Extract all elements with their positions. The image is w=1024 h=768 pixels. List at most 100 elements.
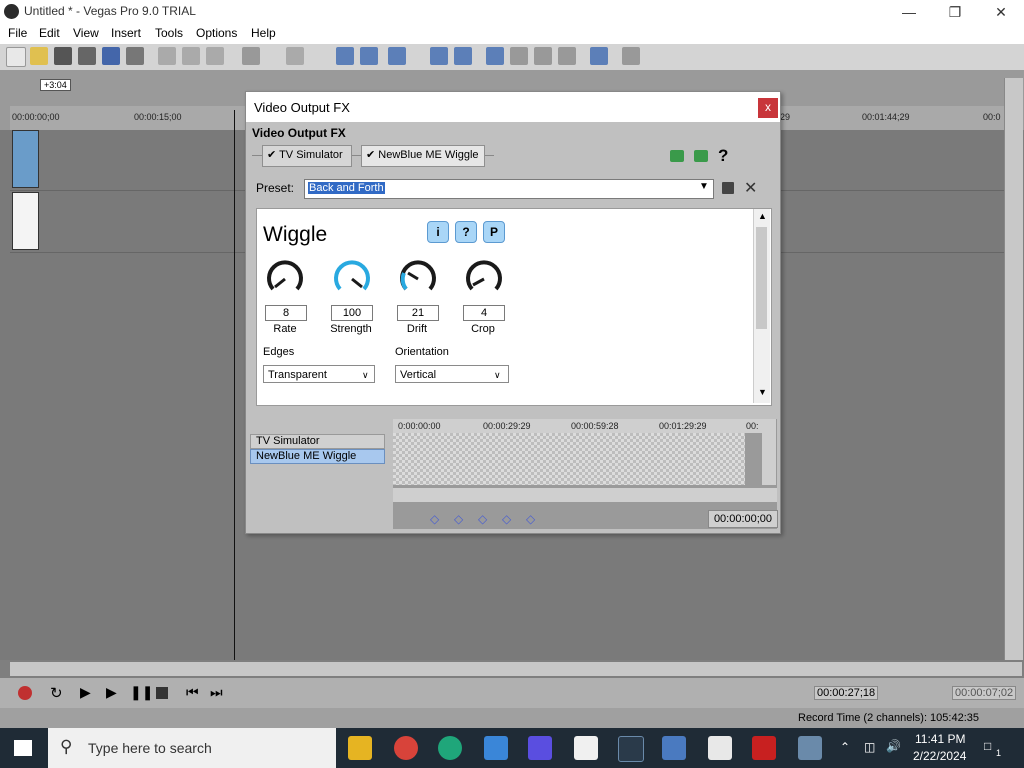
taskbar-search-box[interactable]: ⚲ Type here to search (48, 728, 336, 768)
go-to-end-icon[interactable]: ⏭ (210, 684, 223, 701)
open-icon[interactable] (30, 47, 48, 65)
add-keyframe-icon[interactable]: ◇ (478, 512, 487, 526)
menu-insert[interactable]: Insert (111, 26, 141, 40)
menu-file[interactable]: File (8, 26, 27, 40)
lock-envelopes-icon[interactable] (510, 47, 528, 65)
strength-knob-icon[interactable] (332, 259, 372, 299)
kf-vertical-scrollbar[interactable] (762, 419, 776, 485)
chrome-icon[interactable] (394, 736, 418, 760)
auto-crossfade-icon[interactable] (486, 47, 504, 65)
crop-value[interactable]: 4 (463, 305, 505, 321)
save-as-icon[interactable] (78, 47, 96, 65)
keyframe-track-item[interactable]: TV Simulator (250, 434, 385, 449)
audio-clip[interactable] (12, 192, 39, 250)
drift-knob-icon[interactable] (398, 259, 438, 299)
selection-length-time[interactable]: 00:00:07;02 (952, 686, 1017, 700)
guitar-app-icon[interactable] (752, 736, 776, 760)
timeline-horizontal-scrollbar[interactable] (10, 662, 1022, 676)
edge-icon[interactable] (438, 736, 462, 760)
minimize-icon[interactable]: — (886, 0, 932, 24)
go-to-start-icon[interactable]: ⏮ (186, 684, 199, 701)
restore-icon[interactable]: ❐ (932, 0, 978, 24)
auto-ripple-icon[interactable] (388, 47, 406, 65)
cut-icon[interactable] (158, 47, 176, 65)
preset-combobox[interactable]: Back and Forth ▼ (304, 179, 714, 199)
pause-icon[interactable]: ❚❚ (130, 684, 153, 701)
virtualbox-icon[interactable] (662, 736, 686, 760)
first-keyframe-icon[interactable]: ◇ (430, 512, 439, 526)
help-badge[interactable]: ? (455, 221, 477, 243)
copy-icon[interactable] (182, 47, 200, 65)
menu-help[interactable]: Help (251, 26, 276, 40)
scroll-up-icon[interactable]: ▲ (758, 211, 767, 221)
file-explorer-icon[interactable] (348, 736, 372, 760)
orientation-dropdown[interactable]: Vertical ∨ (395, 365, 509, 383)
vegas-taskbar-icon[interactable] (618, 736, 644, 762)
redo-icon[interactable] (286, 47, 304, 65)
delete-preset-icon[interactable]: ✕ (744, 178, 757, 198)
chain-tab-tv-simulator[interactable]: ✔ TV Simulator (262, 145, 352, 167)
clipchamp-icon[interactable] (528, 736, 552, 760)
envelope-tool-icon[interactable] (360, 47, 378, 65)
last-keyframe-icon[interactable]: ◇ (526, 512, 535, 526)
paste-icon[interactable] (206, 47, 224, 65)
scroll-down-icon[interactable]: ▼ (758, 387, 767, 397)
help-icon[interactable]: ? (718, 146, 728, 166)
windows-start-icon[interactable] (14, 740, 32, 756)
dialog-close-button[interactable]: x (758, 98, 778, 118)
network-icon[interactable]: ◫ (864, 740, 875, 754)
solitaire-icon[interactable] (574, 736, 598, 760)
crop-knob-icon[interactable] (464, 259, 504, 299)
edges-dropdown[interactable]: Transparent ∨ (263, 365, 375, 383)
info-badge[interactable]: i (427, 221, 449, 243)
ignore-grouping-icon[interactable] (534, 47, 552, 65)
rate-value[interactable]: 8 (265, 305, 307, 321)
tray-chevron-icon[interactable]: ⌃ (840, 740, 850, 754)
remove-plugin-icon[interactable] (694, 150, 708, 162)
keyframe-ruler[interactable]: 0:00:00:00 00:00:29:29 00:00:59:28 00:01… (393, 419, 763, 433)
clock-date[interactable]: 2/22/2024 (913, 749, 966, 763)
chain-tab-newblue-wiggle[interactable]: ✔ NewBlue ME Wiggle (361, 145, 485, 167)
properties-icon[interactable] (126, 47, 144, 65)
menu-options[interactable]: Options (196, 26, 237, 40)
save-icon[interactable] (54, 47, 72, 65)
checkbox-checked-icon[interactable]: ✔ (366, 149, 375, 161)
prev-keyframe-icon[interactable]: ◇ (454, 512, 463, 526)
scroll-thumb[interactable] (756, 227, 767, 329)
record-icon[interactable] (18, 686, 32, 700)
volume-icon[interactable]: 🔊 (886, 739, 901, 753)
clock-time[interactable]: 11:41 PM (915, 732, 965, 746)
zoom-tool-icon[interactable] (558, 47, 576, 65)
notification-icon[interactable]: □ (984, 739, 991, 753)
7zip-icon[interactable] (708, 736, 732, 760)
strength-value[interactable]: 100 (331, 305, 373, 321)
crossfade-icon[interactable] (454, 47, 472, 65)
drift-value[interactable]: 21 (397, 305, 439, 321)
play-icon[interactable]: ▶ (106, 684, 117, 701)
whats-this-help-icon[interactable] (622, 47, 640, 65)
menu-edit[interactable]: Edit (39, 26, 60, 40)
chevron-down-icon[interactable]: ▼ (699, 181, 709, 192)
next-keyframe-icon[interactable]: ◇ (502, 512, 511, 526)
render-icon[interactable] (102, 47, 120, 65)
plugin-chain-icon[interactable] (670, 150, 684, 162)
new-icon[interactable] (6, 47, 26, 67)
rate-knob-icon[interactable] (265, 259, 305, 299)
menu-view[interactable]: View (73, 26, 99, 40)
play-from-start-icon[interactable]: ▶ (80, 684, 91, 701)
vertical-scrollbar[interactable] (1004, 78, 1023, 660)
close-icon[interactable]: ✕ (978, 0, 1024, 24)
video-clip-thumbnail[interactable] (12, 130, 39, 188)
keyframe-timeline[interactable] (393, 433, 745, 485)
keyframe-track-item-selected[interactable]: NewBlue ME Wiggle (250, 449, 385, 464)
checkbox-checked-icon[interactable]: ✔ (267, 149, 276, 161)
panel-scrollbar[interactable]: ▲ ▼ (753, 209, 770, 403)
cursor-time[interactable]: 00:00:27;18 (814, 686, 879, 700)
save-preset-icon[interactable] (722, 182, 734, 194)
camera-icon[interactable] (798, 736, 822, 760)
kf-horizontal-scrollbar[interactable] (393, 488, 777, 502)
snapping-icon[interactable] (430, 47, 448, 65)
loop-playback-icon[interactable]: ↻ (50, 684, 63, 702)
normal-edit-tool-icon[interactable] (336, 47, 354, 65)
undo-icon[interactable] (242, 47, 260, 65)
